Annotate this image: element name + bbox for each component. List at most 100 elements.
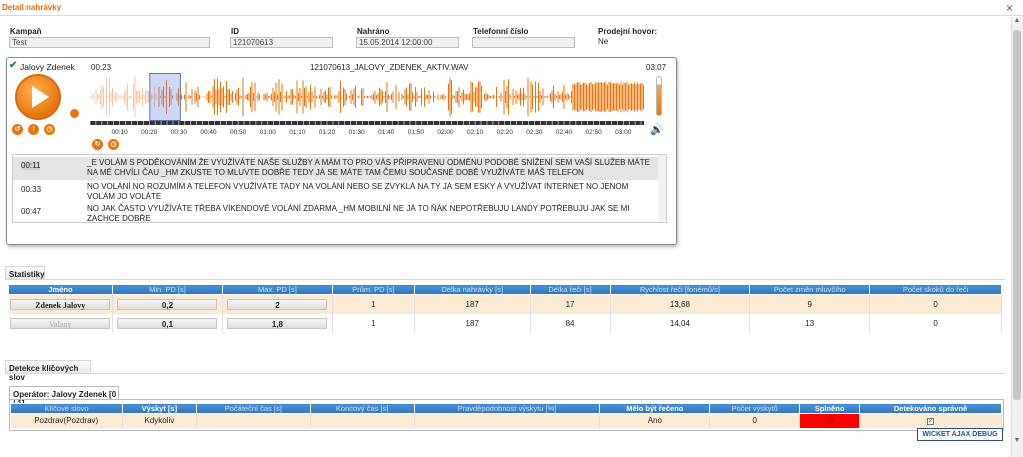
ruler-tick-label: 01:40 [378,129,395,136]
stats-title: Statistiky [9,270,45,279]
transcript-row[interactable]: 00:33 NO VOLÁNÍ NO ROZUMÍM A TELEFON VYU… [13,181,659,203]
value-button[interactable]: 0,2 [117,298,218,310]
ruler-tick-label: 01:10 [289,129,306,136]
transcript-time: 00:47 [21,207,42,216]
close-icon[interactable]: × [1006,1,1013,15]
table-cell: 0 [869,313,1002,333]
ruler-tick-label: 03:00 [615,129,632,136]
stats-col-min-pd[interactable]: Min. PD [s] [111,284,223,295]
kw-col-probability[interactable]: Pravděpodobnost výskytu [%] [413,403,601,414]
ruler-tick-label: 00:40 [200,129,217,136]
transcript-row[interactable]: 00:11 _E VOLÁM S PODĚKOVÁNÍM ŽE VYUŽÍVÁT… [13,157,659,180]
ruler-tick-label: 02:30 [526,129,543,136]
timer-icon[interactable]: ◷ [44,124,55,135]
ruler-tick-label: 00:10 [111,129,128,136]
table-cell: 14,04 [610,313,751,333]
window-title: Detail nahrávky [2,3,62,12]
field-label-phone: Telefonní číslo [473,27,529,36]
phone-field[interactable] [472,37,575,48]
scroll-down-arrow-icon[interactable]: ▼ [1011,437,1023,447]
kw-col-fulfilled[interactable]: Splněno [799,403,861,414]
table-cell[interactable]: Zdenek Jalovy [8,294,113,314]
table-cell: 1 [332,294,415,314]
time-ruler[interactable]: 00:10 00:20 00:30 00:40 00:50 01:00 01:10 01:20… [90,121,644,137]
stats-tab[interactable]: Statistiky [5,266,45,279]
play-icon [32,86,49,108]
table-cell: Pozdrav(Pozdrav) [10,413,123,428]
stats-col-avg-pd[interactable]: Prům. PD [s] [331,284,415,295]
table-cell: 0,2 [112,294,223,314]
table-cell [414,413,601,428]
scroll-up-arrow-icon[interactable]: ▲ [1011,17,1023,27]
wicket-ajax-debug-button[interactable]: WICKET AJAX DEBUG [917,428,1003,441]
loop-icon[interactable]: ↻ [92,139,103,150]
table-cell: 187 [414,313,531,333]
table-cell: Ano [599,413,711,428]
kw-col-keyword[interactable]: Klíčové slovo [10,403,123,414]
speaker-button[interactable]: Valany [10,317,111,329]
table-row: Pozdrav(Pozdrav) Kdykoliv Ano 0 Ne ✓ [10,413,1002,428]
speaker-button[interactable]: Zdenek Jalovy [10,298,111,310]
transcript-row[interactable]: 00:47 NO JAK ČASTO VYUŽÍVÁTE TŘEBA VÍKEN… [13,203,659,223]
window-title-bar: Detail nahrávky × [0,0,1023,16]
stats-col-recording-length[interactable]: Délka nahrávky [s] [413,284,531,295]
playback-selection[interactable] [149,73,181,121]
ruler-tick-label: 02:10 [467,129,484,136]
stats-col-speech-rate[interactable]: Rychlost řeči [fonémů/s] [609,284,751,295]
stats-col-name[interactable]: Jméno [8,284,113,295]
play-button[interactable] [15,74,61,120]
table-cell: ✓ [859,413,1002,428]
transcript-list[interactable]: 00:11 _E VOLÁM S PODĚKOVÁNÍM ŽE VYUŽÍVÁT… [12,154,667,223]
stats-col-speech-length[interactable]: Délka řeči [s] [529,284,611,295]
volume-slider[interactable] [656,76,662,116]
campaign-field[interactable]: Test [9,37,210,48]
value-button[interactable]: 2 [227,298,328,310]
transcript-scrollbar[interactable] [658,155,666,222]
ruler-tick-label: 02:50 [585,129,602,136]
clock-icon[interactable]: ◷ [108,139,119,150]
waveform[interactable] [90,73,644,121]
detected-correctly-checkbox[interactable]: ✓ [927,418,935,426]
transcript-text: NO JAK ČASTO VYUŽÍVÁTE TŘEBA VÍKENDOVÉ V… [87,204,630,223]
transcript-text: _E VOLÁM S PODĚKOVÁNÍM ŽE VYUŽÍVÁTE NAŠE… [87,158,650,177]
stats-col-max-pd[interactable]: Max. PD [s] [221,284,333,295]
kw-col-should-say[interactable]: Mělo být řečeno [599,403,711,414]
id-field[interactable]: 121070613 [230,37,333,48]
operator-tab[interactable]: Operátor: Jalovy Zdenek [0 / 1] [9,386,119,408]
table-cell: 187 [414,294,531,314]
fulfilled-status-cell: Ne [799,413,861,428]
value-button[interactable]: 0,1 [117,317,218,329]
current-time: 00:23 [91,63,112,72]
table-cell[interactable]: Valany [8,313,113,333]
stats-col-speaker-changes[interactable]: Počet změn mluvčího [749,284,871,295]
table-cell: 0 [709,413,801,428]
table-row: Valany 0,1 1,8 1 187 84 14,04 13 0 [8,313,1002,333]
file-name: 121070613_JALOVY_ZDENEK_AKTIV.WAV [310,63,469,72]
sales-call-value: Ne [598,37,609,46]
table-cell: 0,1 [112,313,223,333]
keywords-tab[interactable]: Detekce klíčových slov [5,360,91,382]
table-cell: 2 [222,294,333,314]
kw-col-occurrence[interactable]: Výskyt [s] [121,403,197,414]
field-label-sales-call: Prodejní hovor: [598,27,658,36]
rewind-icon[interactable]: ↺ [12,124,23,135]
table-cell: 1 [332,313,415,333]
field-label-campaign: Kampaň [10,27,42,36]
kw-col-end-time[interactable]: Koncový čas [s] [309,403,415,414]
recorded-field[interactable]: 15.05.2014 12:00:00 [356,37,459,48]
field-label-recorded: Nahráno [357,27,390,36]
table-cell: 84 [530,313,611,333]
stop-icon[interactable] [70,109,79,118]
value-button[interactable]: 1,8 [227,317,328,329]
stats-table: Jméno Min. PD [s] Max. PD [s] Prům. PD [… [8,284,1002,333]
table-cell: 13,68 [610,294,751,314]
kw-col-count[interactable]: Počet výskytů [709,403,801,414]
transcript-time: 00:33 [21,185,42,194]
kw-col-start-time[interactable]: Počáteční čas [s] [195,403,311,414]
speaker-volume-icon[interactable]: 🔊 [650,123,664,136]
scrollbar-thumb[interactable] [1013,30,1021,400]
stats-col-interruptions[interactable]: Počet skoků do řeči [869,284,1002,295]
info-icon[interactable]: ! [28,124,39,135]
kw-col-detected-correctly[interactable]: Detekováno správně [859,403,1002,414]
check-icon: ✔ [9,60,18,71]
